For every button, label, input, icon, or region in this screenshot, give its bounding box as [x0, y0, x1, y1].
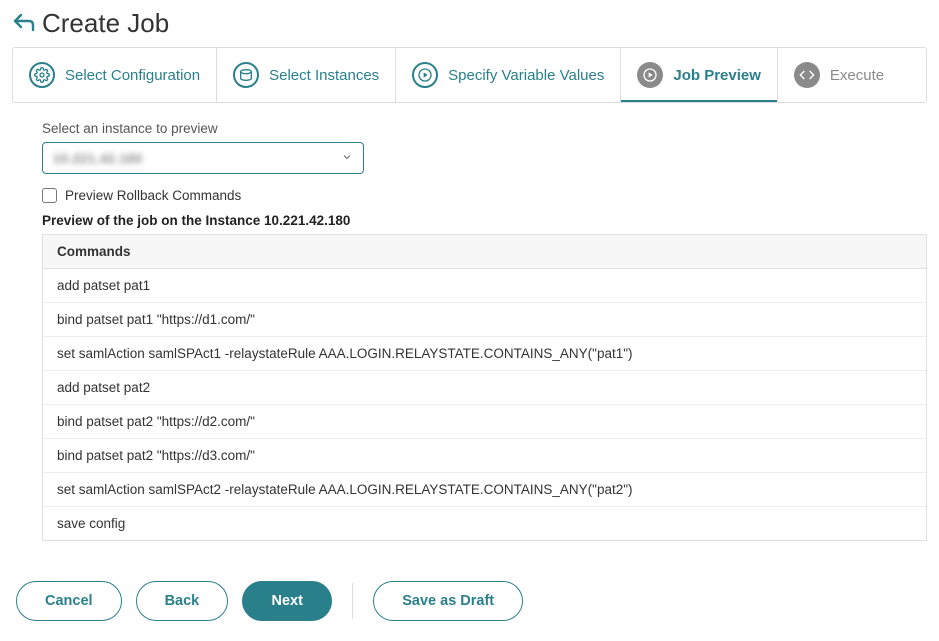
rollback-checkbox-label: Preview Rollback Commands — [65, 188, 241, 203]
command-row: bind patset pat2 "https://d2.com/" — [43, 405, 926, 439]
instance-select-label: Select an instance to preview — [42, 121, 927, 136]
tab-label: Job Preview — [673, 67, 761, 84]
back-button[interactable]: Back — [136, 581, 229, 621]
tab-label: Specify Variable Values — [448, 67, 604, 84]
commands-column-header: Commands — [43, 235, 926, 269]
tab-label: Select Configuration — [65, 67, 200, 84]
commands-table: Commands add patset pat1 bind patset pat… — [42, 234, 927, 541]
preview-label: Preview of the job on the Instance 10.22… — [42, 213, 927, 228]
tab-select-configuration[interactable]: Select Configuration — [13, 48, 217, 102]
command-row: set samlAction samlSPAct1 -relaystateRul… — [43, 337, 926, 371]
gear-icon — [29, 62, 55, 88]
command-row: bind patset pat2 "https://d3.com/" — [43, 439, 926, 473]
divider — [352, 583, 353, 619]
wizard-tabs: Select Configuration Select Instances Sp… — [12, 47, 927, 103]
next-button[interactable]: Next — [242, 581, 332, 621]
command-row: add patset pat2 — [43, 371, 926, 405]
footer-actions: Cancel Back Next Save as Draft — [12, 581, 927, 621]
command-row: bind patset pat1 "https://d1.com/" — [43, 303, 926, 337]
rollback-checkbox-row[interactable]: Preview Rollback Commands — [42, 188, 927, 203]
tab-select-instances[interactable]: Select Instances — [217, 48, 396, 102]
tab-execute[interactable]: Execute — [778, 48, 926, 102]
command-row: set samlAction samlSPAct2 -relaystateRul… — [43, 473, 926, 507]
command-row: save config — [43, 507, 926, 540]
back-arrow-icon[interactable] — [12, 9, 36, 38]
chevron-down-icon — [341, 151, 353, 166]
tab-job-preview[interactable]: Job Preview — [621, 48, 778, 102]
cancel-button[interactable]: Cancel — [16, 581, 122, 621]
tab-specify-variables[interactable]: Specify Variable Values — [396, 48, 621, 102]
page-title: Create Job — [42, 8, 169, 39]
tab-label: Execute — [830, 67, 884, 84]
page-header: Create Job — [12, 8, 927, 39]
play-icon — [637, 62, 663, 88]
play-icon — [412, 62, 438, 88]
tab-content: Select an instance to preview 10.221.42.… — [12, 121, 927, 541]
checkbox-icon[interactable] — [42, 188, 57, 203]
command-row: add patset pat1 — [43, 269, 926, 303]
disk-icon — [233, 62, 259, 88]
code-icon — [794, 62, 820, 88]
tab-label: Select Instances — [269, 67, 379, 84]
instance-select[interactable]: 10.221.42.180 — [42, 142, 364, 174]
save-draft-button[interactable]: Save as Draft — [373, 581, 523, 621]
instance-select-value: 10.221.42.180 — [53, 151, 143, 166]
